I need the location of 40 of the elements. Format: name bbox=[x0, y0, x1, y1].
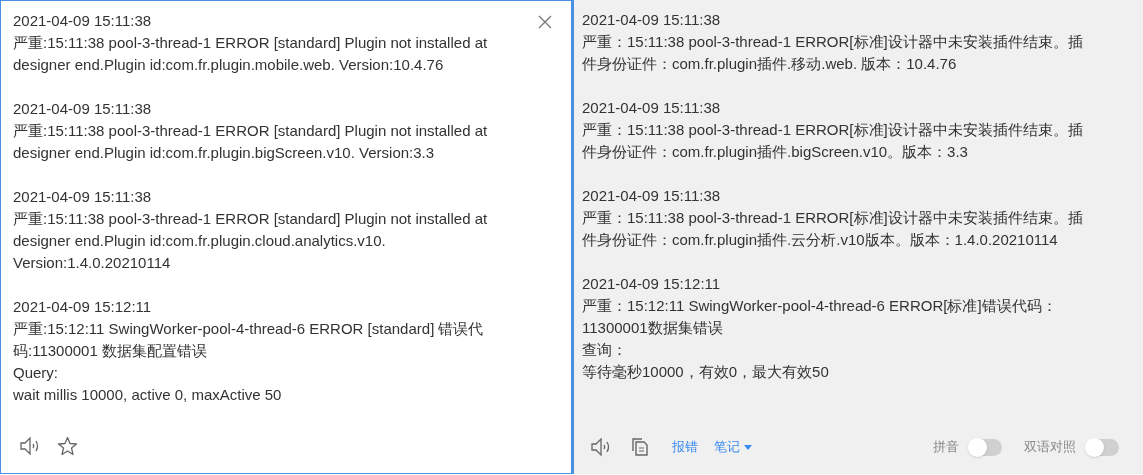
speaker-icon[interactable] bbox=[590, 437, 612, 457]
log-line: 严重:15:11:38 pool-3-thread-1 ERROR [standard] Plugin not installed at bbox=[13, 33, 489, 53]
toggle-switch[interactable] bbox=[1086, 438, 1119, 456]
log-line: 码:11300001 数据集配置错误 bbox=[13, 341, 208, 361]
log-line: 等待毫秒10000，有效0，最大有效50 bbox=[582, 362, 830, 382]
log-line: designer end.Plugin id:com.fr.plugin.cloud.analytics.v10. bbox=[13, 231, 387, 251]
log-line: 严重：15:11:38 pool-3-thread-1 ERROR[标准]设计器中未安装插件结束。插 bbox=[582, 120, 1084, 140]
toggle-label: 双语对照 bbox=[1024, 438, 1076, 457]
log-line: 查询： bbox=[582, 340, 628, 360]
toggle-label: 拼音 bbox=[933, 438, 959, 457]
log-line: 11300001数据集错误 bbox=[582, 318, 724, 338]
log-timestamp: 2021-04-09 15:11:38 bbox=[13, 99, 153, 119]
log-line: 件身份证件：com.fr.plugin插件.bigScreen.v10。版本：3.3 bbox=[582, 142, 969, 162]
star-icon[interactable] bbox=[57, 436, 78, 456]
log-line: designer end.Plugin id:com.fr.plugin.mobile.web. Version:10.4.76 bbox=[13, 55, 445, 75]
log-line: 件身份证件：com.fr.plugin插件.移动.web. 版本：10.4.76 bbox=[582, 54, 958, 74]
notes-dropdown[interactable]: 笔记 bbox=[714, 437, 752, 457]
log-line: 件身份证件：com.fr.plugin插件.云分析.v10版本。版本：1.4.0.20210114 bbox=[582, 230, 1059, 250]
close-icon[interactable] bbox=[537, 14, 553, 30]
log-timestamp: 2021-04-09 15:11:38 bbox=[582, 186, 722, 206]
log-line: 严重：15:12:11 SwingWorker-pool-4-thread-6 ERROR[标准]错误代码： bbox=[582, 296, 1058, 316]
log-timestamp: 2021-04-09 15:11:38 bbox=[582, 10, 722, 30]
log-line: Version:1.4.0.20210114 bbox=[13, 253, 172, 273]
log-timestamp: 2021-04-09 15:11:38 bbox=[13, 187, 153, 207]
log-timestamp: 2021-04-09 15:12:11 bbox=[13, 297, 153, 317]
speaker-icon[interactable] bbox=[19, 436, 41, 456]
log-line: wait millis 10000, active 0, maxActive 50 bbox=[13, 385, 283, 405]
log-timestamp: 2021-04-09 15:11:38 bbox=[582, 98, 722, 118]
log-line: 严重:15:11:38 pool-3-thread-1 ERROR [standard] Plugin not installed at bbox=[13, 209, 489, 229]
log-line: 严重：15:11:38 pool-3-thread-1 ERROR[标准]设计器中未安装插件结束。插 bbox=[582, 208, 1084, 228]
copy-icon[interactable] bbox=[630, 437, 650, 457]
report-link[interactable]: 报错 bbox=[672, 437, 698, 457]
log-line: 严重:15:11:38 pool-3-thread-1 ERROR [standard] Plugin not installed at bbox=[13, 121, 489, 141]
log-line: 严重：15:11:38 pool-3-thread-1 ERROR[标准]设计器中未安装插件结束。插 bbox=[582, 32, 1084, 52]
log-line: Query: bbox=[13, 363, 59, 383]
log-timestamp: 2021-04-09 15:11:38 bbox=[13, 11, 153, 31]
log-line: designer end.Plugin id:com.fr.plugin.bigScreen.v10. Version:3.3 bbox=[13, 143, 436, 163]
toggle-switch[interactable] bbox=[969, 438, 1002, 456]
log-line: 严重:15:12:11 SwingWorker-pool-4-thread-6 ERROR [standard] 错误代 bbox=[13, 319, 485, 339]
log-timestamp: 2021-04-09 15:12:11 bbox=[582, 274, 722, 294]
